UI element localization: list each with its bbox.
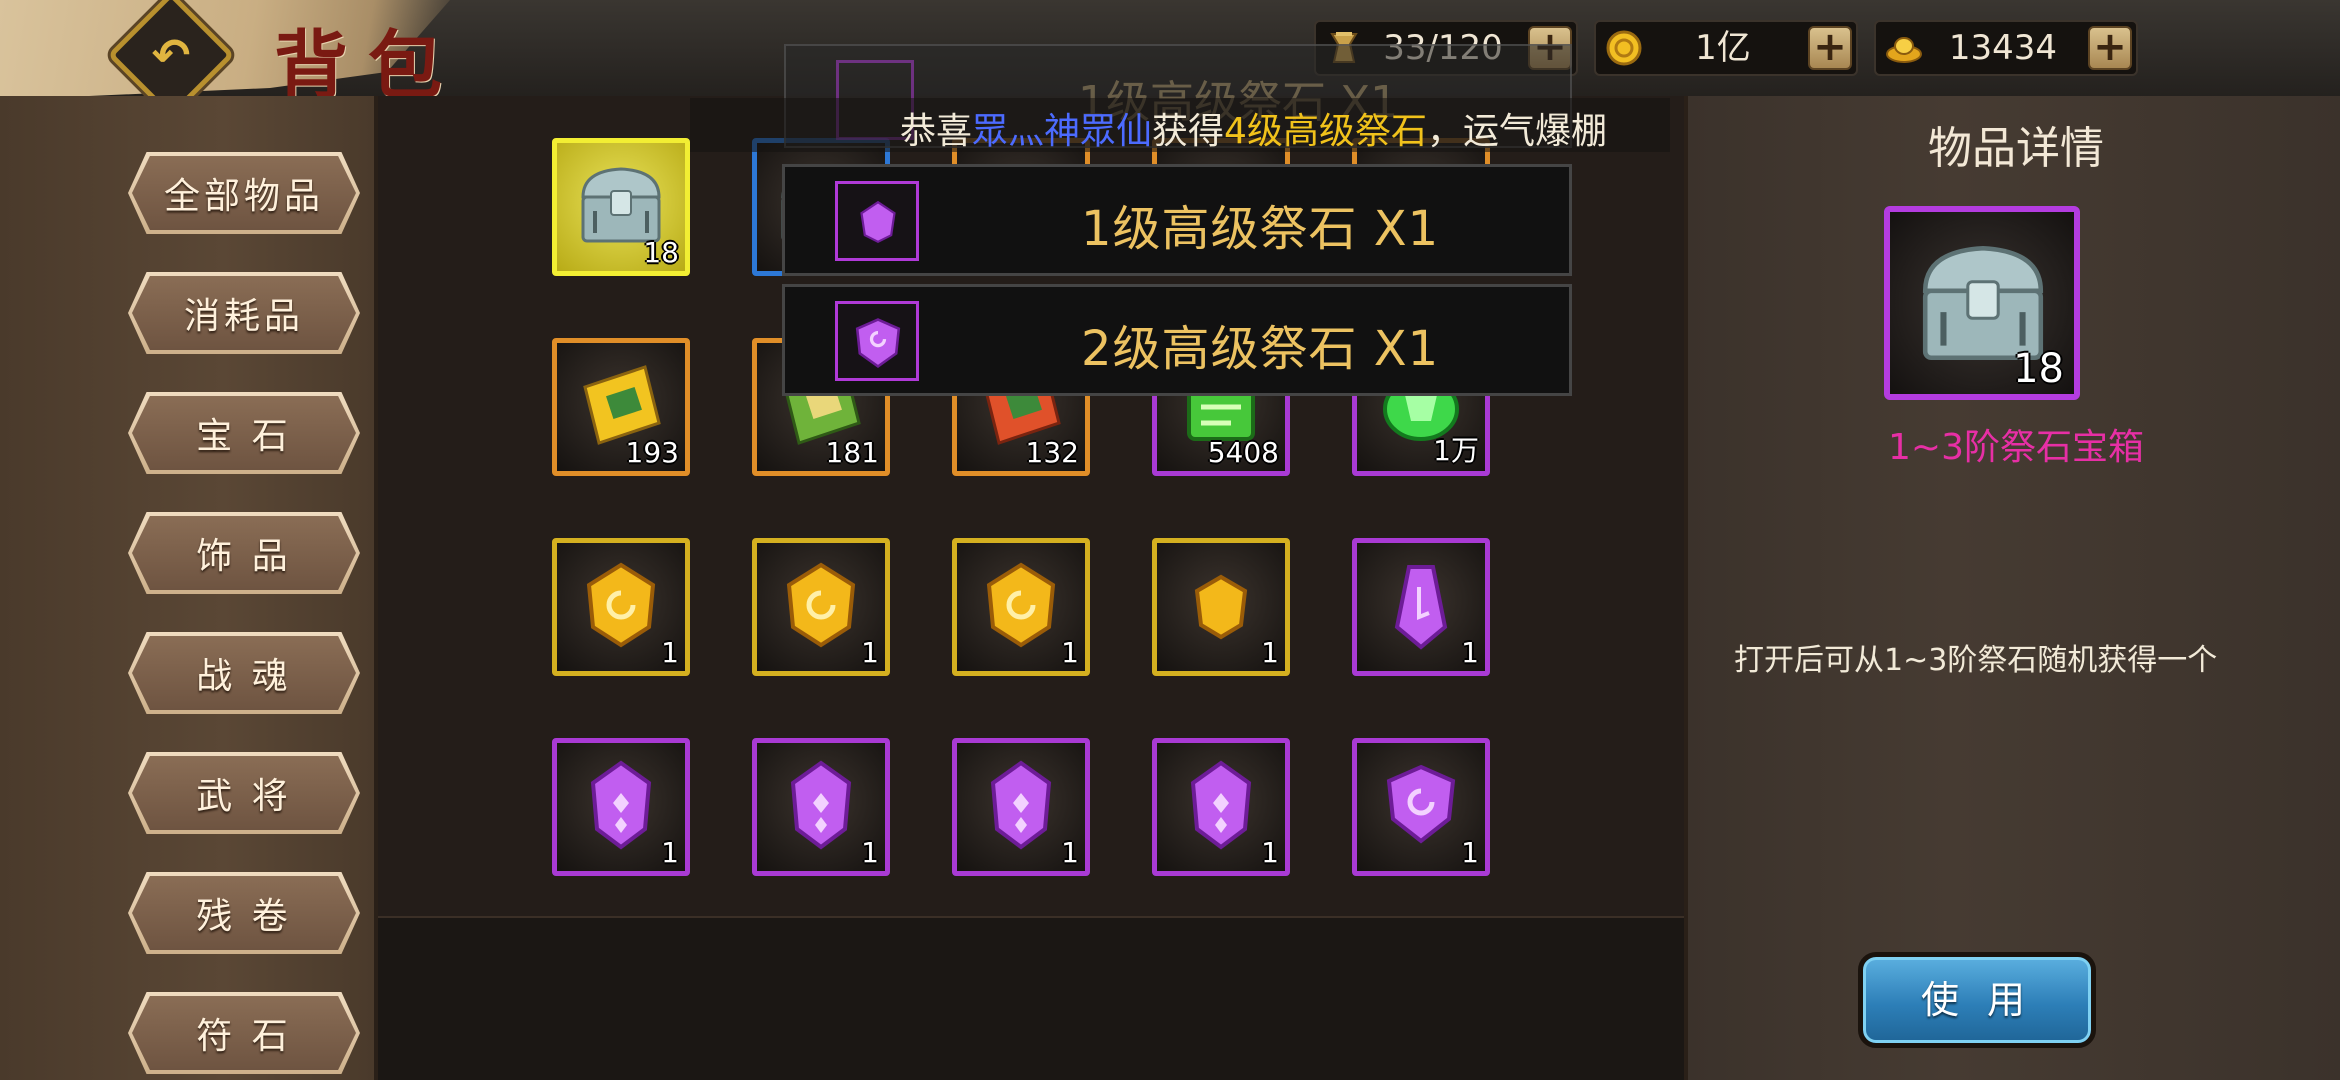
tab-all-items[interactable]: 全部物品 [128, 152, 360, 234]
slot-count: 1 [1261, 636, 1279, 669]
inventory-slot[interactable]: 1 [552, 538, 690, 676]
inventory-slot[interactable]: 1 [1152, 538, 1290, 676]
yellow-small-stone-icon [1194, 574, 1248, 640]
tab-rune-stones[interactable]: 符 石 [128, 992, 360, 1074]
gold-ingot-counter: 13434 + [1874, 20, 2138, 76]
slot-count: 1 [1061, 636, 1079, 669]
reward-toast-text: 1级高级祭石 X1 [1081, 201, 1440, 257]
slot-count: 132 [1025, 436, 1079, 469]
tab-battle-souls[interactable]: 战 魂 [128, 632, 360, 714]
reward-toast-2: 2级高级祭石 X1 [782, 284, 1572, 396]
use-button[interactable]: 使 用 [1858, 952, 2096, 1048]
slot-count: 1 [1261, 836, 1279, 869]
purple-shield-stone-icon [1386, 764, 1456, 844]
back-arrow-icon: ↶ [151, 28, 191, 82]
tab-consumables[interactable]: 消耗品 [128, 272, 360, 354]
inventory-slot[interactable]: 1 [1352, 738, 1490, 876]
slot-count: 1万 [1433, 434, 1479, 467]
purple-crystal-icon [1394, 565, 1448, 650]
detail-title: 物品详情 [1928, 123, 2104, 174]
purple-stone-icon [1190, 760, 1252, 850]
inventory-slot[interactable]: 1 [752, 738, 890, 876]
yellow-stone-icon [586, 562, 656, 648]
purple-stone-icon [860, 200, 896, 244]
purple-stone-icon [990, 760, 1052, 850]
inventory-slot[interactable]: 1 [1152, 738, 1290, 876]
gold-coin-counter: 1亿 + [1594, 20, 1858, 76]
detail-item-count: 18 [2013, 346, 2064, 392]
inventory-slot[interactable]: 18 [552, 138, 690, 276]
gold-ingot-icon [1886, 37, 1922, 63]
slot-count: 1 [661, 636, 679, 669]
inventory-slot[interactable]: 1 [1352, 538, 1490, 676]
yellow-stone-icon [786, 562, 856, 648]
slot-count: 1 [661, 836, 679, 869]
broadcast-player-name: 眾灬神眾仙 [972, 111, 1153, 152]
reward-toast-icon [835, 301, 919, 381]
item-detail-panel: 物品详情 18 1~3阶祭石宝箱 打开后可从1~3阶祭石随机获得一个 使 用 [1684, 96, 2340, 1080]
inventory-slot[interactable]: 1 [952, 738, 1090, 876]
inventory-slot[interactable]: 193 [552, 338, 690, 476]
purple-stone-icon [790, 760, 852, 850]
reward-toast-text: 2级高级祭石 X1 [1081, 321, 1440, 377]
server-broadcast: 恭喜眾灬神眾仙获得4级高级祭石，运气爆棚 [690, 98, 1670, 152]
slot-count: 1 [1061, 836, 1079, 869]
reward-toast-1: 1级高级祭石 X1 [782, 164, 1572, 276]
gold-coin-icon [1606, 30, 1642, 66]
purple-shield-stone-icon [855, 318, 901, 368]
gold-ingot-value: 13434 [1948, 28, 2058, 68]
gold-coin-value: 1亿 [1695, 28, 1751, 68]
tab-fragments[interactable]: 残 卷 [128, 872, 360, 954]
slot-count: 181 [825, 436, 879, 469]
slot-count: 5408 [1207, 436, 1279, 469]
yellow-stone-icon [986, 562, 1056, 648]
reward-toast-icon [835, 181, 919, 261]
gold-coin-plus-button[interactable]: + [1808, 26, 1852, 70]
purple-stone-icon [590, 760, 652, 850]
gold-ingot-plus-button[interactable]: + [2088, 26, 2132, 70]
tab-generals[interactable]: 武 将 [128, 752, 360, 834]
category-sidebar: 全部物品 消耗品 宝 石 饰 品 战 魂 武 将 残 卷 符 石 [0, 96, 378, 1080]
slot-count: 18 [643, 236, 679, 269]
detail-item-description: 打开后可从1~3阶祭石随机获得一个 [1734, 643, 2218, 678]
detail-item-name: 1~3阶祭石宝箱 [1888, 427, 2144, 468]
slot-count: 1 [1461, 836, 1479, 869]
slot-count: 193 [625, 436, 679, 469]
slot-count: 1 [861, 636, 879, 669]
inventory-slot[interactable]: 1 [552, 738, 690, 876]
inventory-slot[interactable]: 1 [952, 538, 1090, 676]
slot-count: 1 [1461, 636, 1479, 669]
tab-gems[interactable]: 宝 石 [128, 392, 360, 474]
slot-count: 1 [861, 836, 879, 869]
detail-item-slot: 18 [1884, 206, 2080, 400]
broadcast-item-name: 4级高级祭石 [1224, 111, 1427, 152]
inventory-slot[interactable]: 1 [752, 538, 890, 676]
tab-accessories[interactable]: 饰 品 [128, 512, 360, 594]
